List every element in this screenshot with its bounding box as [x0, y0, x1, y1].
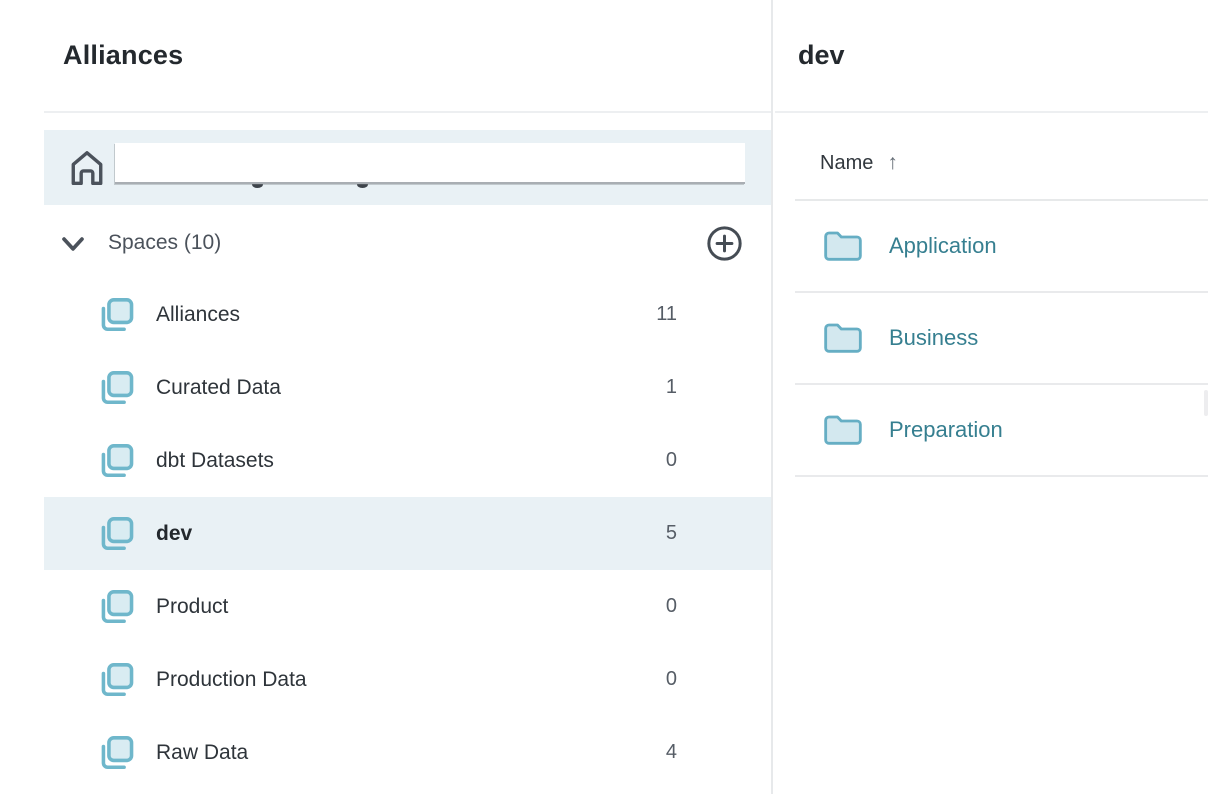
page-title: dev: [798, 40, 845, 71]
space-name: Product: [156, 595, 228, 619]
folder-row-application[interactable]: Application: [795, 201, 1208, 293]
space-count: 0: [666, 595, 677, 618]
space-count: 0: [666, 668, 677, 691]
space-icon: [96, 732, 138, 774]
space-count: 5: [666, 522, 677, 545]
space-name: Raw Data: [156, 741, 248, 765]
sidebar: Alliances Spaces (10): [0, 0, 771, 794]
space-icon: [96, 659, 138, 701]
spaces-section-label[interactable]: Spaces (10): [108, 231, 221, 255]
space-icon: [96, 294, 138, 336]
sidebar-item-curated-data[interactable]: Curated Data 1: [44, 351, 771, 424]
space-icon: [96, 367, 138, 409]
redaction-overlay: [115, 143, 745, 184]
space-name: Alliances: [156, 303, 240, 327]
space-count: 0: [666, 449, 677, 472]
app-window: Alliances Spaces (10): [0, 0, 1208, 794]
sidebar-item-production-data[interactable]: Production Data 0: [44, 643, 771, 716]
space-count: 1: [666, 376, 677, 399]
folder-row-business[interactable]: Business: [795, 293, 1208, 385]
sidebar-title: Alliances: [63, 40, 183, 71]
folder-icon: [823, 321, 863, 355]
space-count: 11: [656, 303, 677, 326]
space-name: Curated Data: [156, 376, 281, 400]
space-icon: [96, 513, 138, 555]
space-name: dev: [156, 522, 192, 546]
main-panel: dev Name ↑ Application: [773, 0, 1208, 794]
sidebar-item-raw-data[interactable]: Raw Data 4: [44, 716, 771, 789]
sidebar-item-product[interactable]: Product 0: [44, 570, 771, 643]
name-column-header[interactable]: Name ↑: [820, 143, 898, 183]
plus-circle-icon[interactable]: [706, 225, 743, 262]
home-icon: [66, 147, 108, 189]
scrollbar-fragment[interactable]: [1204, 390, 1208, 416]
space-icon: [96, 586, 138, 628]
sort-ascending-icon: ↑: [887, 151, 898, 175]
space-name: dbt Datasets: [156, 449, 274, 473]
space-name: Production Data: [156, 668, 307, 692]
folder-link[interactable]: Application: [889, 233, 997, 259]
spaces-section-header: Spaces (10): [44, 222, 771, 266]
sidebar-item-home[interactable]: [44, 130, 771, 205]
folder-link[interactable]: Preparation: [889, 417, 1003, 443]
sidebar-item-dbt-datasets[interactable]: dbt Datasets 0: [44, 424, 771, 497]
spaces-list: Alliances 11 Curated Data 1: [0, 278, 771, 789]
folder-list: Application Business Preparation: [795, 201, 1208, 477]
name-column-label: Name: [820, 152, 873, 175]
folder-icon: [823, 229, 863, 263]
folder-icon: [823, 413, 863, 447]
main-title-divider: [775, 111, 1208, 113]
space-count: 4: [666, 741, 677, 764]
sidebar-title-divider: [44, 111, 771, 113]
sidebar-item-dev[interactable]: dev 5: [44, 497, 771, 570]
chevron-down-icon[interactable]: [60, 232, 86, 256]
folder-link[interactable]: Business: [889, 325, 978, 351]
space-icon: [96, 440, 138, 482]
folder-row-preparation[interactable]: Preparation: [795, 385, 1208, 477]
sidebar-item-alliances[interactable]: Alliances 11: [44, 278, 771, 351]
